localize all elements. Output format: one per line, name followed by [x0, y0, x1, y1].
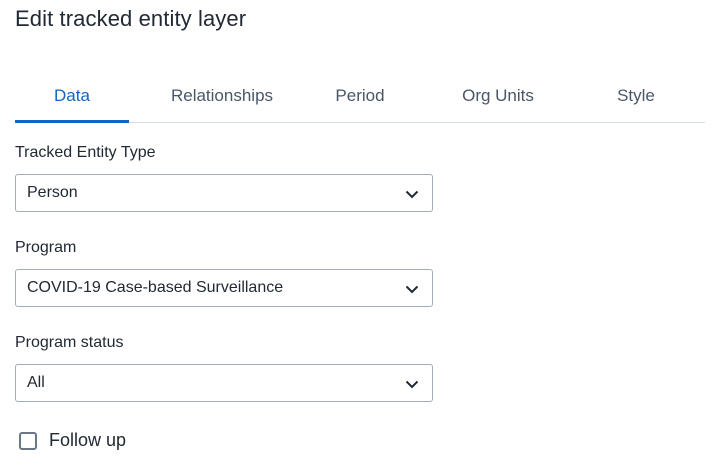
follow-up-checkbox[interactable]	[19, 431, 37, 450]
tab-relationships[interactable]: Relationships	[153, 70, 291, 122]
tracked-entity-type-value: Person	[27, 184, 78, 201]
program-label: Program	[15, 239, 77, 256]
tab-data[interactable]: Data	[15, 70, 153, 123]
program-status-label: Program status	[15, 334, 124, 351]
tracked-entity-type-label: Tracked Entity Type	[15, 144, 156, 161]
chevron-down-icon	[405, 285, 419, 294]
chevron-down-icon	[405, 190, 419, 199]
tab-bar: Data Relationships Period Org Units Styl…	[15, 70, 705, 123]
program-status-value: All	[27, 374, 45, 391]
tab-org-units-label: Org Units	[462, 86, 534, 105]
program-value: COVID-19 Case-based Surveillance	[27, 279, 284, 296]
tab-period[interactable]: Period	[291, 70, 429, 122]
tab-relationships-label: Relationships	[170, 86, 274, 105]
tracked-entity-type-select[interactable]: Person	[15, 174, 433, 212]
dialog-title: Edit tracked entity layer	[15, 6, 247, 31]
program-status-select[interactable]: All	[15, 364, 433, 402]
follow-up-checkbox-row[interactable]: Follow up	[19, 430, 126, 451]
tab-style[interactable]: Style	[567, 70, 705, 122]
tab-data-label: Data	[54, 86, 90, 105]
follow-up-label: Follow up	[49, 430, 127, 450]
chevron-down-icon	[405, 380, 419, 389]
tab-style-label: Style	[617, 86, 655, 105]
tab-org-units[interactable]: Org Units	[429, 70, 567, 122]
tab-period-label: Period	[335, 86, 385, 105]
program-select[interactable]: COVID-19 Case-based Surveillance	[15, 269, 433, 307]
